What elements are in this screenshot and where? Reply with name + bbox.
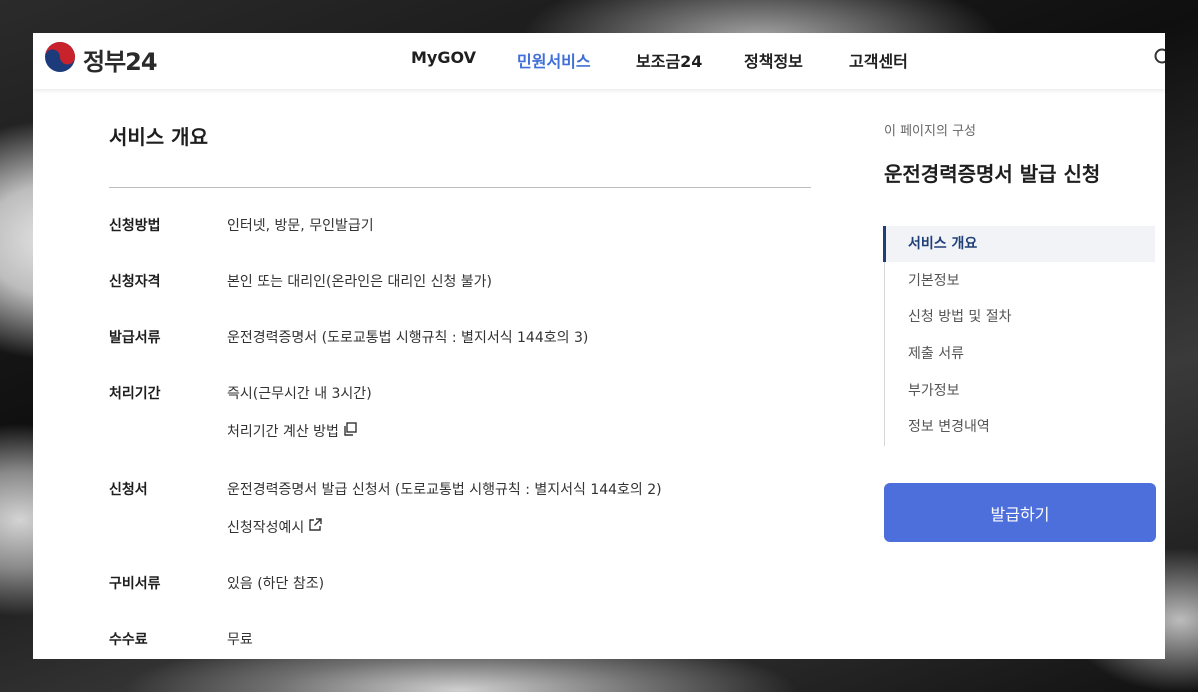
row-label: 구비서류 [109,576,161,592]
row-label: 신청방법 [109,218,161,234]
row-label: 신청자격 [109,274,161,290]
section-title: 서비스 개요 [109,125,208,149]
toc-item-submission-docs[interactable]: 제출 서류 [885,336,1157,372]
row-value: 운전경력증명서 발급 신청서 (도로교통법 시행규칙 : 별지서식 144호의 … [227,482,662,498]
nav-civil-service[interactable]: 민원서비스 [517,48,591,72]
toc-caption: 이 페이지의 구성 [884,124,976,139]
processing-time-calc-link[interactable]: 처리기간 계산 방법 [227,421,358,441]
link-label: 처리기간 계산 방법 [227,424,339,440]
search-icon[interactable] [1153,47,1165,69]
toc-item-service-overview[interactable]: 서비스 개요 [883,226,1155,262]
row-value: 본인 또는 대리인(온라인은 대리인 신청 불가) [227,274,493,290]
row-value: 있음 (하단 참조) [227,576,325,592]
main-navigation: MyGOV 민원서비스 보조금24 정책정보 고객센터 [33,48,1165,72]
row-value: 즉시(근무시간 내 3시간) [227,386,372,402]
row-value: 무료 [227,632,253,648]
issue-button[interactable]: 발급하기 [884,483,1156,542]
toc-item-method-procedure[interactable]: 신청 방법 및 절차 [885,299,1157,335]
row-value: 운전경력증명서 (도로교통법 시행규칙 : 별지서식 144호의 3) [227,330,589,346]
row-label: 신청서 [109,482,148,498]
browser-page: 정부24 MyGOV 민원서비스 보조금24 정책정보 고객센터 서비스 개요 … [33,33,1165,659]
row-value: 인터넷, 방문, 무인발급기 [227,218,374,234]
nav-customer-center[interactable]: 고객센터 [849,48,908,72]
site-header: 정부24 MyGOV 민원서비스 보조금24 정책정보 고객센터 [33,33,1165,89]
row-label: 발급서류 [109,330,161,346]
toc-item-additional-info[interactable]: 부가정보 [885,373,1157,409]
title-divider [109,187,811,188]
external-link-icon [304,517,323,537]
application-example-link[interactable]: 신청작성예시 [227,517,323,537]
link-label: 신청작성예시 [227,520,305,536]
nav-policy-info[interactable]: 정책정보 [744,48,803,72]
nav-subsidy24[interactable]: 보조금24 [636,48,702,72]
toc-item-change-history[interactable]: 정보 변경내역 [885,409,1157,445]
copy-icon [339,421,358,441]
nav-mygov[interactable]: MyGOV [411,48,476,67]
table-of-contents: 서비스 개요 기본정보 신청 방법 및 절차 제출 서류 부가정보 정보 변경내… [883,226,1157,446]
row-label: 처리기간 [109,386,161,402]
row-label: 수수료 [109,632,148,648]
toc-page-title: 운전경력증명서 발급 신청 [884,162,1101,186]
toc-item-basic-info[interactable]: 기본정보 [885,263,1157,299]
